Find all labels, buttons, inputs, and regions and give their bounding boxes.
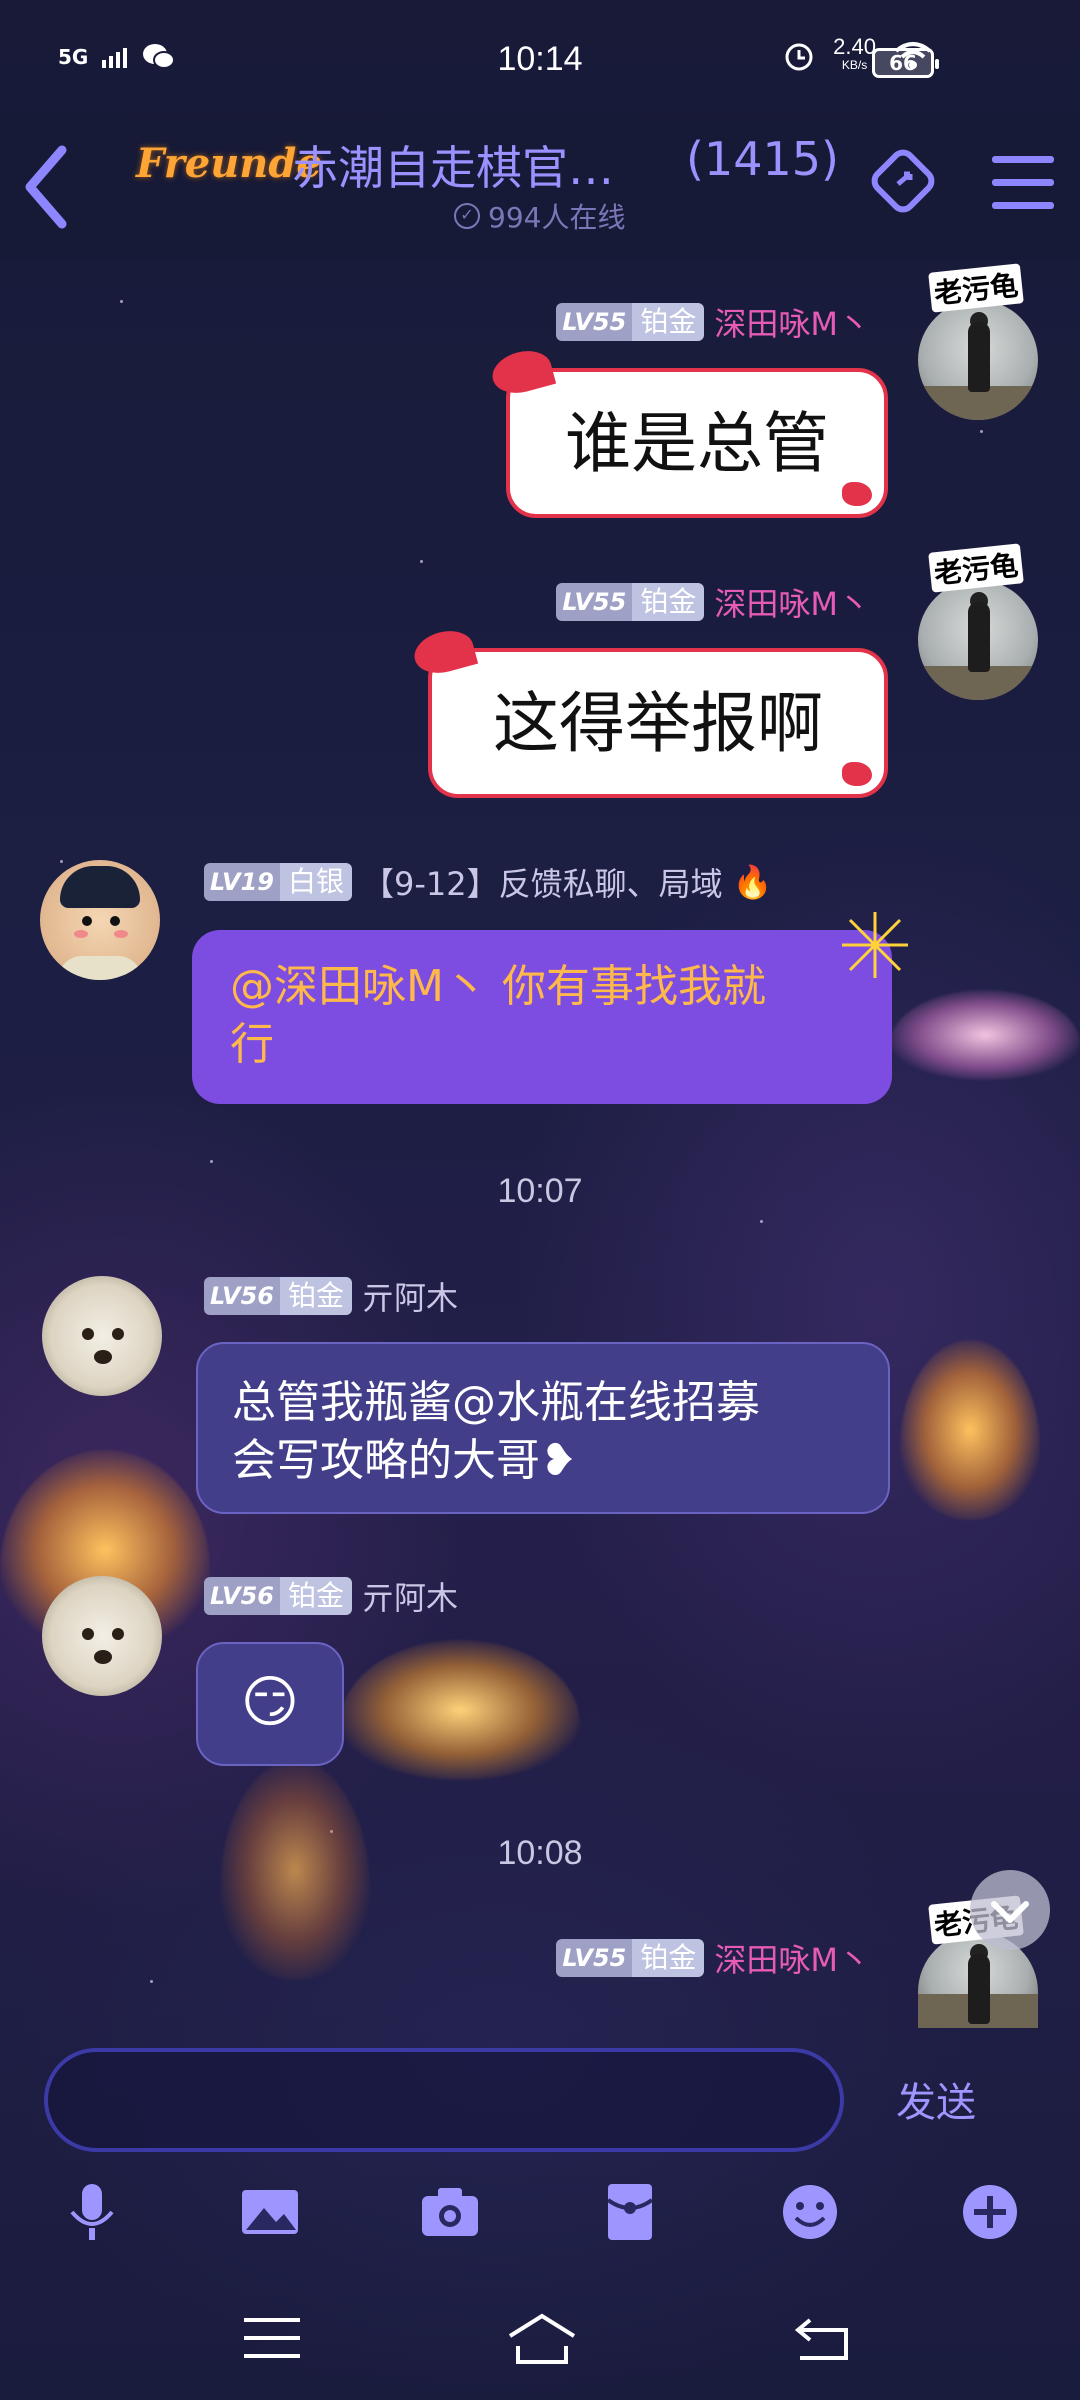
level-badge: LV55 铂金 (556, 583, 705, 621)
message-text: 这得举报啊 (493, 685, 823, 762)
sender-name[interactable]: 深田咏M丶 (714, 579, 870, 625)
check-circle-icon: ✓ (454, 203, 480, 229)
message-text-line: @深田咏M丶 你有事找我就 (230, 961, 766, 1012)
sender-name[interactable]: 深田咏M丶 (714, 1935, 870, 1981)
battery-indicator: 66 (872, 48, 939, 78)
emoji-icon[interactable] (778, 2180, 842, 2244)
chat-header: Freunde 赤潮自走棋官… (1415) ✓ 994人在线 (0, 110, 1080, 260)
red-packet-icon[interactable] (598, 2180, 662, 2244)
home-icon[interactable] (506, 2310, 578, 2366)
menu-icon[interactable] (990, 152, 1056, 212)
share-icon[interactable] (868, 144, 944, 220)
level-badge: LV55 铂金 (556, 1939, 705, 1977)
sender-info: LV56 铂金 亓阿木 (204, 1273, 704, 1319)
camera-icon[interactable] (418, 2180, 482, 2244)
avatar[interactable] (40, 860, 160, 980)
sender-info: LV19 白银 【9-12】反馈私聊、局域 🔥 (204, 859, 844, 905)
plus-icon[interactable] (958, 2180, 1022, 2244)
message-bubble[interactable]: @深田咏M丶 你有事找我就 行 (192, 912, 908, 1104)
network-speed: 2.40 KB/s (833, 34, 876, 73)
message-text-line: 行 (230, 1019, 274, 1070)
compose-bar: 发送 (0, 2030, 1080, 2180)
chevron-down-icon (991, 1901, 1029, 1923)
message-bubble[interactable]: 谁是总管 (487, 344, 888, 518)
decoration-icon (842, 482, 872, 506)
microphone-icon[interactable] (60, 2180, 124, 2244)
message-text-line: 总管我瓶酱@水瓶在线招募 (232, 1377, 760, 1428)
message-bubble[interactable]: 总管我瓶酱@水瓶在线招募 会写攻略的大哥❥ (196, 1342, 890, 1514)
timestamp: 10:07 (497, 1172, 583, 1210)
back-icon[interactable] (790, 2310, 854, 2366)
member-count[interactable]: (1415) (686, 132, 839, 186)
sender-info: LV55 铂金 深田咏M丶 (440, 579, 870, 625)
sender-info: LV56 铂金 亓阿木 (204, 1573, 704, 1619)
sender-info: LV55 铂金 深田咏M丶 (440, 1935, 870, 1981)
message-input[interactable] (44, 2048, 844, 2152)
sender-name[interactable]: 深田咏M丶 (714, 299, 870, 345)
status-bar: 5G 10:14 2.40 KB/s 66 (0, 0, 1080, 110)
system-nav-bar (0, 2290, 1080, 2400)
avatar[interactable] (42, 1576, 162, 1696)
level-badge: LV19 白银 (204, 863, 352, 901)
firework-icon (842, 912, 908, 978)
alarm-icon (785, 43, 813, 71)
back-arrow-icon[interactable] (18, 144, 78, 230)
avatar[interactable] (42, 1276, 162, 1396)
send-button[interactable]: 发送 (896, 2070, 976, 2128)
timestamp: 10:08 (497, 1834, 583, 1872)
level-badge: LV56 铂金 (204, 1577, 352, 1615)
smirk-emoji-icon: 😏 (240, 1670, 300, 1735)
sender-name[interactable]: 亓阿木 (362, 1273, 458, 1319)
online-count: 994人在线 (488, 201, 626, 234)
message-text: 谁是总管 (565, 405, 829, 482)
level-badge: LV56 铂金 (204, 1277, 352, 1315)
message-text-line: 会写攻略的大哥❥ (232, 1435, 577, 1486)
message-bubble[interactable]: 😏 (196, 1642, 344, 1766)
avatar[interactable] (918, 580, 1038, 700)
decoration-icon (842, 762, 872, 786)
scroll-to-bottom-button[interactable] (970, 1870, 1050, 1950)
online-status: ✓ 994人在线 (454, 196, 625, 236)
sender-name[interactable]: 【9-12】反馈私聊、局域 (362, 859, 723, 905)
sender-name[interactable]: 亓阿木 (362, 1573, 458, 1619)
group-title[interactable]: 赤潮自走棋官… (292, 132, 614, 198)
compose-toolbar (0, 2180, 1080, 2260)
menu-icon[interactable] (240, 2310, 304, 2366)
avatar[interactable] (918, 300, 1038, 420)
fire-icon: 🔥 (732, 863, 773, 901)
sender-info: LV55 铂金 深田咏M丶 (440, 299, 870, 345)
message-bubble[interactable]: 这得举报啊 (409, 624, 888, 798)
level-badge: LV55 铂金 (556, 303, 705, 341)
image-icon[interactable] (238, 2180, 302, 2244)
